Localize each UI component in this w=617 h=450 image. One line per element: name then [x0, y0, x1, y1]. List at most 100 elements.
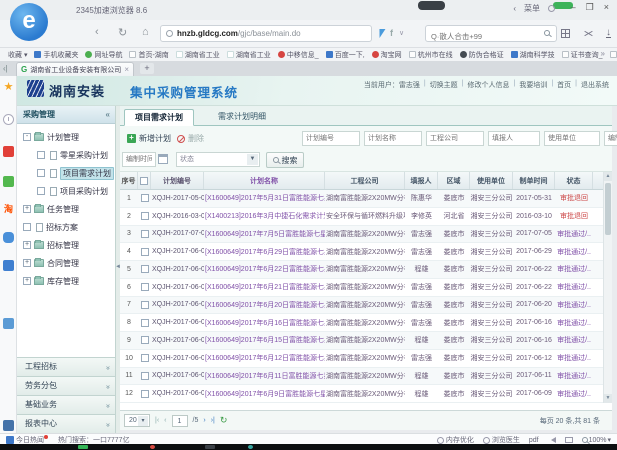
grid-scrollbar[interactable]: ▲ ▼: [603, 172, 612, 403]
bookmark-item[interactable]: 收藏 ▾: [6, 50, 27, 60]
row-checkbox[interactable]: [141, 372, 149, 380]
scroll-down-icon[interactable]: ▼: [604, 394, 612, 403]
row-checkbox[interactable]: [141, 390, 149, 398]
filter-plan-name-input[interactable]: [364, 131, 422, 146]
download-icon[interactable]: ↓: [606, 28, 611, 38]
bookmark-item[interactable]: 湖南省工业: [227, 50, 271, 60]
accordion-section[interactable]: 工程招标 »: [17, 357, 115, 376]
row-checkbox[interactable]: [141, 248, 149, 256]
bookmark-item[interactable]: 手机收藏夹: [34, 50, 78, 60]
page-size-select[interactable]: 20 ▾: [124, 414, 150, 427]
refresh-icon[interactable]: ↻: [220, 415, 228, 426]
table-row[interactable]: 12 XQJH-2017-06-00.. [X1600649]2017年6月9日…: [120, 385, 612, 403]
col-region[interactable]: 区域: [438, 172, 470, 189]
col-plan-name[interactable]: 计划名称: [204, 172, 325, 189]
bookmark-item[interactable]: 杭州市在线: [409, 50, 453, 60]
sidebar-tree-item[interactable]: 项目需求计划: [17, 164, 115, 182]
col-person[interactable]: 填报人: [405, 172, 438, 189]
col-checkbox[interactable]: [138, 172, 151, 189]
sidebar-tree-item[interactable]: 招标方案: [17, 218, 115, 236]
row-checkbox[interactable]: [141, 283, 149, 291]
side-app-icon[interactable]: [3, 318, 14, 329]
sidebar-tree-item[interactable]: + 招标管理: [17, 236, 115, 254]
next-page-button[interactable]: ›: [203, 417, 205, 424]
side-app-icon[interactable]: [3, 232, 14, 243]
tree-expander-icon[interactable]: -: [23, 133, 31, 141]
table-row[interactable]: 1 XQJH-2017-05-00.. [X1600649]2017年5月31日…: [120, 190, 612, 208]
row-checkbox[interactable]: [141, 354, 149, 362]
row-checkbox[interactable]: [141, 336, 149, 344]
menu-back-icon[interactable]: ‹: [513, 4, 516, 13]
sidebar-tree-item[interactable]: + 库存管理: [17, 272, 115, 290]
row-checkbox[interactable]: [141, 301, 149, 309]
browser-search-box[interactable]: [425, 25, 557, 42]
side-app-icon[interactable]: [3, 146, 14, 157]
sidebar-tree-item[interactable]: 项目采购计划: [17, 182, 115, 200]
filter-company-input[interactable]: [426, 131, 484, 146]
row-checkbox[interactable]: [141, 319, 149, 327]
tab-scroll-left-icon[interactable]: ‹|: [3, 64, 8, 73]
accordion-section[interactable]: 基础业务 »: [17, 395, 115, 414]
tab-project-demand-plan[interactable]: 项目需求计划: [124, 109, 194, 126]
table-row[interactable]: 11 XQJH-2017-06-00.. [X1600649]2017年6月11…: [120, 368, 612, 386]
col-seq[interactable]: 序号: [120, 172, 138, 189]
delete-button[interactable]: 删除: [172, 131, 209, 146]
side-app-icon[interactable]: [3, 260, 14, 271]
last-page-button[interactable]: ›|: [211, 417, 215, 424]
taskbar-app-icon[interactable]: [248, 445, 253, 449]
reload-icon[interactable]: ↻: [118, 26, 127, 39]
bookmark-item[interactable]: 淘宝网: [372, 50, 402, 60]
side-app-icon[interactable]: [3, 420, 14, 431]
accordion-section[interactable]: 劳务分包 »: [17, 376, 115, 395]
tab-demand-plan-detail[interactable]: 需求计划明细: [208, 109, 276, 126]
side-app-icon[interactable]: 淘: [3, 204, 14, 215]
sidebar-panel-header[interactable]: 采购管理 «: [17, 106, 115, 124]
back-icon[interactable]: ‹: [95, 26, 99, 38]
bookmark-item[interactable]: 湖南省工业: [176, 50, 220, 60]
bookmark-item[interactable]: 防伪合格证: [460, 50, 504, 60]
row-checkbox[interactable]: [141, 194, 149, 202]
filter-person-input[interactable]: [488, 131, 540, 146]
home-icon[interactable]: ⌂: [142, 26, 149, 38]
col-company[interactable]: 工程公司: [325, 172, 405, 189]
link-home[interactable]: 首页: [557, 80, 571, 90]
sidebar-tree-item[interactable]: - 计划管理: [17, 128, 115, 146]
col-plan-no[interactable]: 计划编号: [151, 172, 204, 189]
scroll-up-icon[interactable]: ▲: [604, 172, 612, 181]
sidebar-tree-item[interactable]: + 合同管理: [17, 254, 115, 272]
tree-expander-icon[interactable]: [37, 169, 45, 177]
table-row[interactable]: 6 XQJH-2017-06-00.. [X1600649]2017年6月21日…: [120, 279, 612, 297]
tree-expander-icon[interactable]: +: [23, 259, 31, 267]
scroll-thumb[interactable]: [605, 183, 611, 235]
bookmark-item[interactable]: 百度一下,: [326, 50, 365, 60]
maximize-button[interactable]: ❐: [586, 2, 594, 13]
side-app-icon[interactable]: ★: [3, 82, 14, 93]
close-button[interactable]: ×: [604, 2, 609, 13]
browser-logo-icon[interactable]: e: [10, 3, 48, 41]
table-row[interactable]: 10 XQJH-2017-06-00.. [X1600649]2017年6月12…: [120, 350, 612, 368]
table-row[interactable]: 3 XQJH-2017-07-00.. [X1600649]2017年7月5日富…: [120, 226, 612, 244]
bookmarks-overflow-icon[interactable]: »: [601, 49, 605, 58]
taskbar-app-icon[interactable]: [150, 445, 155, 449]
tree-expander-icon[interactable]: +: [23, 205, 31, 213]
sidebar-tree-item[interactable]: + 任务管理: [17, 200, 115, 218]
bookmark-item[interactable]: 首页-湖南: [129, 50, 168, 60]
minimize-button[interactable]: –: [571, 2, 576, 13]
tree-expander-icon[interactable]: [23, 223, 31, 231]
row-checkbox[interactable]: [141, 265, 149, 273]
extension-f-icon[interactable]: f: [390, 28, 393, 38]
bookmark-item[interactable]: 网址导航: [85, 50, 122, 60]
row-checkbox[interactable]: [141, 212, 149, 220]
status-select[interactable]: 状态 ▼: [176, 152, 260, 167]
address-bar[interactable]: hnzb.gldcg.com/gjc/base/main.do: [160, 25, 372, 42]
accordion-section[interactable]: 报表中心 »: [17, 414, 115, 433]
snapshot-icon[interactable]: [565, 437, 573, 443]
bookmark-item[interactable]: 证书查询_: [562, 50, 603, 60]
page-number-input[interactable]: 1: [172, 415, 188, 427]
pdf-icon[interactable]: pdf: [529, 437, 539, 444]
bookmark-item[interactable]: 中国防爆电: [610, 50, 617, 60]
tree-expander-icon[interactable]: [37, 151, 45, 159]
search-icon[interactable]: [544, 30, 550, 36]
bookmark-item[interactable]: 中移信息_: [278, 50, 319, 60]
apps-grid-icon[interactable]: [561, 29, 570, 38]
